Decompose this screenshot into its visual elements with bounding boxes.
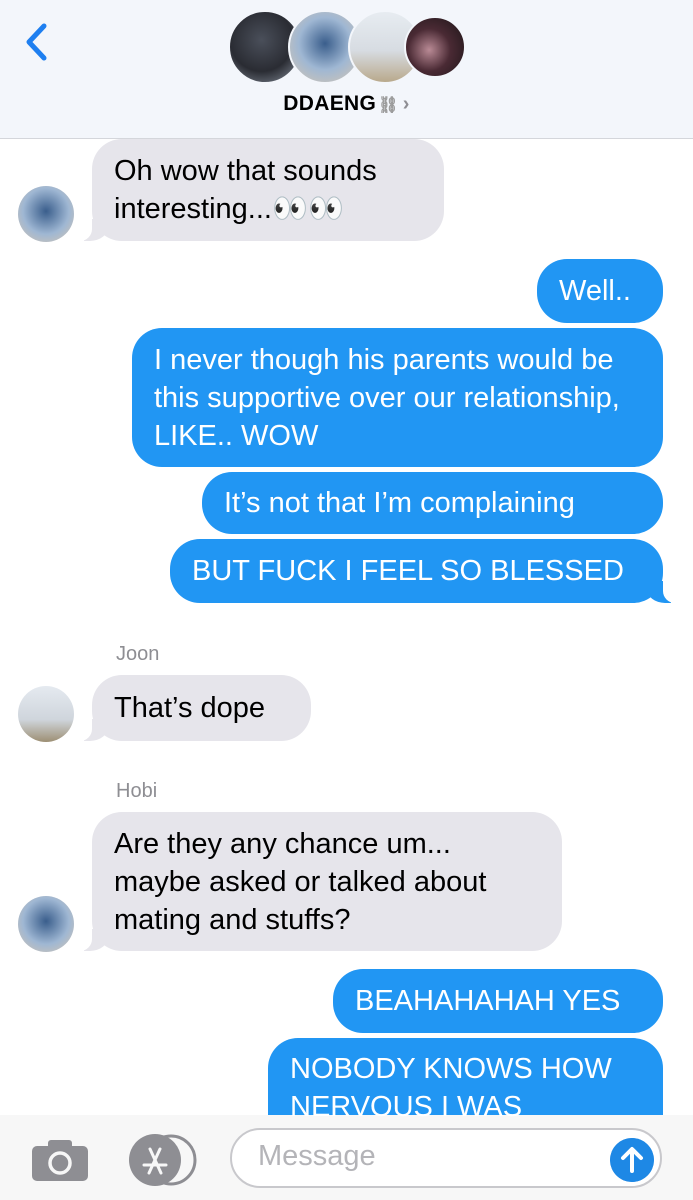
avatar[interactable]: [18, 896, 74, 952]
conversation-header: DDAENG ⛓ ›: [0, 0, 693, 139]
message-text: BEAHAHAHAH YES: [355, 985, 621, 1017]
sender-name: Joon: [116, 643, 160, 665]
app-store-icon[interactable]: [127, 1133, 197, 1187]
message-bubble-outgoing[interactable]: It’s not that I’m complaining: [202, 472, 663, 534]
message-text: It’s not that I’m complaining: [224, 487, 575, 519]
message-text: Oh wow that sounds interesting...👀👀: [114, 155, 377, 225]
avatar[interactable]: [18, 686, 74, 742]
message-text: Well..: [559, 275, 631, 307]
camera-icon[interactable]: [30, 1137, 90, 1183]
group-avatars[interactable]: [228, 10, 468, 88]
message-bubble-incoming[interactable]: That’s dope: [78, 675, 311, 741]
group-title[interactable]: DDAENG ⛓ ›: [0, 92, 693, 116]
message-text: Are they any chance um... maybe asked or…: [114, 827, 487, 936]
sender-name: Hobi: [116, 780, 158, 802]
message-text: That’s dope: [114, 692, 266, 724]
message-text: I never though his parents would be this…: [154, 343, 620, 452]
send-arrow-icon[interactable]: [610, 1138, 654, 1182]
message-bubble-outgoing[interactable]: BUT FUCK I FEEL SO BLESSED: [170, 539, 677, 603]
message-placeholder: Message: [258, 1140, 376, 1172]
group-name: DDAENG: [283, 92, 377, 115]
message-bubble-incoming[interactable]: Are they any chance um... maybe asked or…: [78, 812, 562, 951]
message-bubble-outgoing[interactable]: BEAHAHAHAH YES: [333, 969, 663, 1033]
message-bubble-incoming[interactable]: Oh wow that sounds interesting...👀👀: [78, 139, 444, 241]
message-bubble-outgoing[interactable]: I never though his parents would be this…: [132, 328, 663, 467]
avatar[interactable]: [18, 186, 74, 242]
message-text: NOBODY KNOWS HOW NERVOUS I WAS: [290, 1053, 612, 1123]
message-input[interactable]: Message: [230, 1128, 662, 1188]
chevron-right-icon: ›: [402, 93, 410, 115]
group-avatar: [404, 16, 466, 78]
back-chevron-icon[interactable]: [22, 22, 52, 62]
message-text: BUT FUCK I FEEL SO BLESSED: [192, 555, 624, 587]
chain-icon: ⛓: [378, 97, 399, 114]
message-bubble-outgoing[interactable]: Well..: [537, 259, 663, 323]
